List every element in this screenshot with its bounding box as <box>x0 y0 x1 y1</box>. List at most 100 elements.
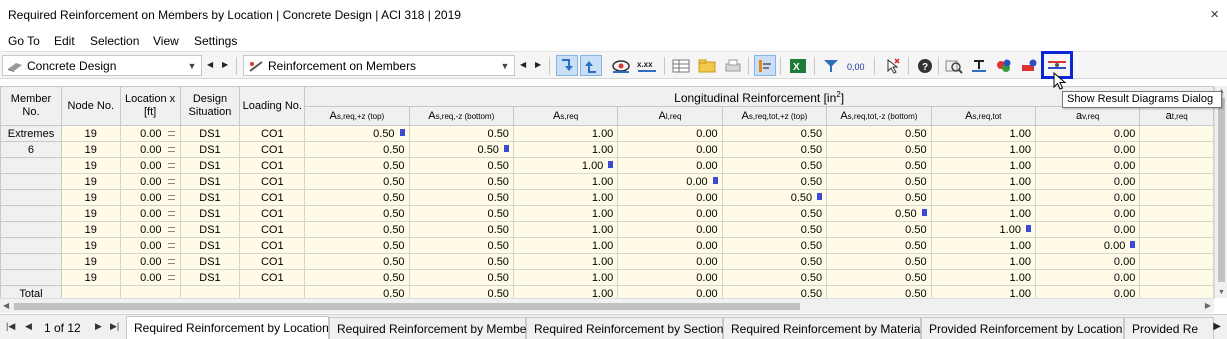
vertical-scrollbar[interactable]: ▲ ▼ <box>1214 86 1227 298</box>
header-member-no[interactable]: Member No. <box>0 86 62 126</box>
value-cell[interactable]: 1.00 <box>512 173 619 190</box>
decimal-button[interactable]: 0,00 <box>846 55 868 76</box>
location-cell[interactable]: 0.00 <box>119 125 181 142</box>
value-cell[interactable]: 0.50 <box>408 157 514 174</box>
value-cell[interactable]: 0.50 <box>304 157 410 174</box>
value-cell[interactable]: 0.50 <box>826 141 932 158</box>
loading-cell[interactable]: CO1 <box>239 253 306 270</box>
loading-cell[interactable]: CO1 <box>239 269 306 286</box>
value-cell[interactable] <box>1139 253 1214 270</box>
design-situation-cell[interactable]: DS1 <box>179 173 241 190</box>
value-cell[interactable]: 0.50 <box>721 205 828 222</box>
table-button[interactable] <box>670 55 692 76</box>
value-cell[interactable] <box>1139 141 1214 158</box>
location-cell[interactable]: 0.00 <box>119 205 181 222</box>
value-cell[interactable]: 0.00 <box>617 141 723 158</box>
design-situation-cell[interactable]: DS1 <box>179 205 241 222</box>
folder-button[interactable] <box>696 55 718 76</box>
vertical-scroll-thumb[interactable] <box>1218 98 1225 282</box>
menu-view[interactable]: View <box>153 34 179 48</box>
loading-cell[interactable]: CO1 <box>239 237 306 254</box>
value-cell[interactable]: 0.00 <box>1034 125 1141 142</box>
horizontal-scrollbar[interactable]: ◀ ▶ <box>0 298 1214 313</box>
node-cell[interactable]: 19 <box>60 253 121 270</box>
value-cell[interactable]: 0.00 <box>617 269 723 286</box>
design-situation-cell[interactable]: DS1 <box>179 157 241 174</box>
menu-edit[interactable]: Edit <box>54 34 75 48</box>
loading-cell[interactable]: CO1 <box>239 125 306 142</box>
close-icon[interactable]: × <box>1210 6 1219 23</box>
location-cell[interactable]: 0.00 <box>119 173 181 190</box>
value-cell[interactable]: 1.00 <box>930 221 1036 238</box>
value-cell[interactable] <box>1139 173 1214 190</box>
sub-header-col-3[interactable]: Al,req <box>617 106 723 126</box>
value-cell[interactable]: 1.00 <box>512 269 619 286</box>
loading-cell[interactable]: CO1 <box>239 221 306 238</box>
location-cell[interactable]: 0.00 <box>119 253 181 270</box>
sheet-tab-0[interactable]: Required Reinforcement by Location <box>126 316 329 339</box>
previous-arrow-icon[interactable]: ◀ <box>520 60 526 69</box>
value-cell[interactable]: 0.50 <box>408 173 514 190</box>
menu-settings[interactable]: Settings <box>194 34 237 48</box>
module-combo[interactable]: Concrete Design ▼ <box>2 55 202 76</box>
design-situation-cell[interactable]: DS1 <box>179 253 241 270</box>
previous-page-icon[interactable]: ◀ <box>25 321 32 332</box>
value-cell[interactable]: 0.00 <box>617 253 723 270</box>
value-cell[interactable]: 0.00 <box>617 221 723 238</box>
node-cell[interactable]: 19 <box>60 221 121 238</box>
value-cell[interactable]: 0.50 <box>304 269 410 286</box>
tabs-scroll-right-icon[interactable]: ▶ <box>1213 321 1221 332</box>
value-cell[interactable]: 0.50 <box>408 221 514 238</box>
value-cell[interactable]: 1.00 <box>512 125 619 142</box>
help-button[interactable]: ? <box>914 55 936 76</box>
sub-header-col-5[interactable]: As,req,tot,-z (bottom) <box>826 106 932 126</box>
value-cell[interactable]: 0.50 <box>721 189 828 206</box>
design-situation-cell[interactable]: DS1 <box>179 141 241 158</box>
node-cell[interactable]: 19 <box>60 269 121 286</box>
loading-cell[interactable]: CO1 <box>239 189 306 206</box>
location-cell[interactable]: 0.00 <box>119 189 181 206</box>
value-cell[interactable]: 0.00 <box>617 173 723 190</box>
value-cell[interactable]: 0.50 <box>826 205 932 222</box>
value-cell[interactable] <box>1139 237 1214 254</box>
value-cell[interactable] <box>1139 221 1214 238</box>
value-cell[interactable]: 0.50 <box>721 157 828 174</box>
value-cell[interactable]: 0.50 <box>304 173 410 190</box>
value-cell[interactable]: 0.50 <box>304 237 410 254</box>
value-cell[interactable]: 1.00 <box>512 237 619 254</box>
last-page-icon[interactable]: ▶| <box>110 321 119 332</box>
value-cell[interactable]: 0.50 <box>304 125 410 142</box>
value-cell[interactable]: 0.00 <box>1034 221 1141 238</box>
value-cell[interactable]: 0.50 <box>721 141 828 158</box>
value-cell[interactable]: 1.00 <box>930 125 1036 142</box>
value-cell[interactable]: 0.00 <box>1034 237 1141 254</box>
location-cell[interactable]: 0.00 <box>119 221 181 238</box>
value-cell[interactable] <box>1139 125 1214 142</box>
sheet-tab-3[interactable]: Required Reinforcement by Material <box>723 317 923 339</box>
design-situation-cell[interactable]: DS1 <box>179 269 241 286</box>
settings-button[interactable] <box>754 55 776 76</box>
design-situation-cell[interactable]: DS1 <box>179 125 241 142</box>
value-cell[interactable]: 1.00 <box>930 141 1036 158</box>
select-previous-button[interactable] <box>556 55 578 76</box>
value-cell[interactable]: 0.50 <box>304 141 410 158</box>
header-design-situation[interactable]: Design Situation <box>179 86 241 126</box>
value-cell[interactable]: 0.50 <box>721 253 828 270</box>
menu-selection[interactable]: Selection <box>90 34 139 48</box>
value-cell[interactable]: 0.00 <box>617 205 723 222</box>
value-cell[interactable]: 0.50 <box>408 269 514 286</box>
value-cell[interactable]: 1.00 <box>512 141 619 158</box>
node-cell[interactable]: 19 <box>60 173 121 190</box>
value-cell[interactable]: 0.50 <box>304 221 410 238</box>
value-cell[interactable]: 0.00 <box>617 189 723 206</box>
node-cell[interactable]: 19 <box>60 125 121 142</box>
value-cell[interactable]: 0.50 <box>721 221 828 238</box>
design-situation-cell[interactable]: DS1 <box>179 189 241 206</box>
sub-header-col-0[interactable]: As,req,+z (top) <box>304 106 410 126</box>
filter-button[interactable] <box>820 55 842 76</box>
value-cell[interactable]: 0.50 <box>721 237 828 254</box>
value-cell[interactable]: 1.00 <box>512 253 619 270</box>
value-cell[interactable]: 0.50 <box>826 221 932 238</box>
value-cell[interactable]: 0.50 <box>721 173 828 190</box>
horizontal-scroll-thumb[interactable] <box>14 303 800 310</box>
